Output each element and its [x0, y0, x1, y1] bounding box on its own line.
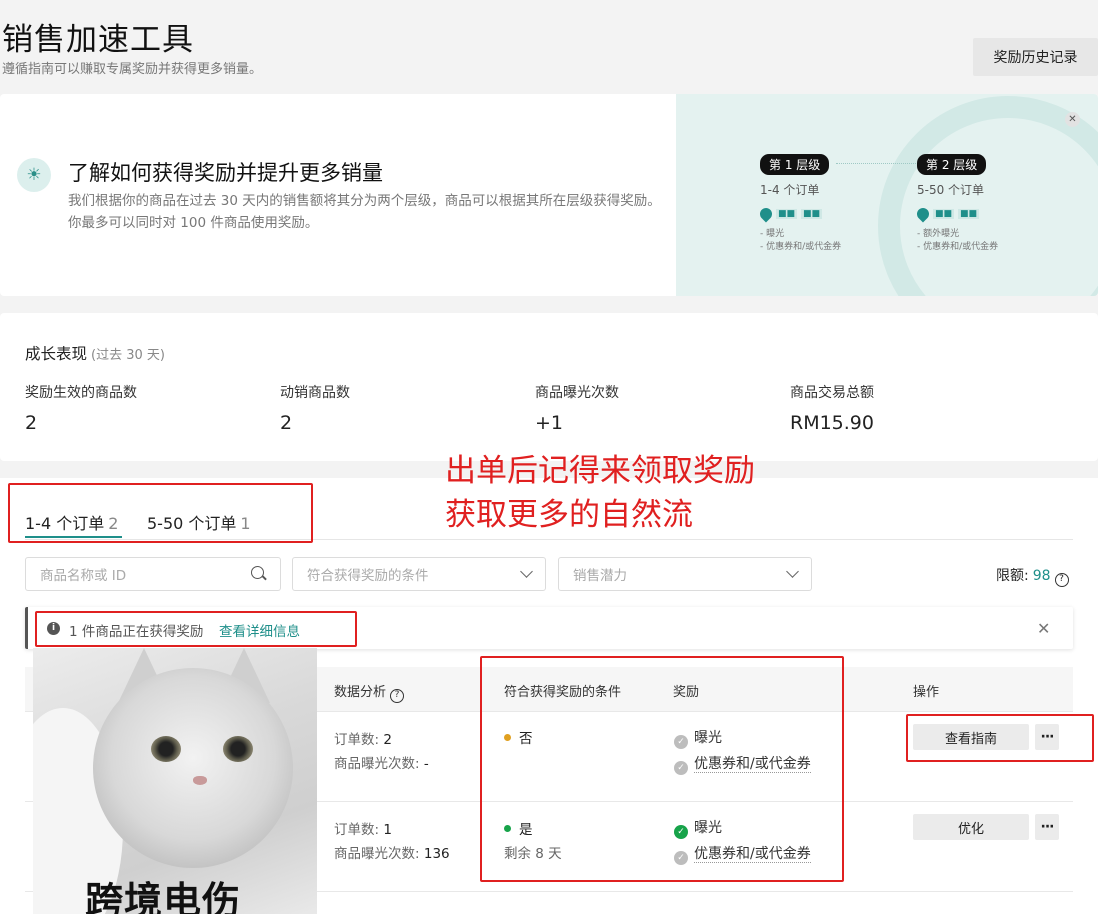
tab-1-4-orders[interactable]: 1-4 个订单 2 — [25, 510, 118, 534]
metric-selling-products: 动销商品数 2 — [280, 385, 350, 434]
views-count: 商品曝光次数: - — [334, 756, 429, 772]
info-icon: i — [47, 622, 60, 635]
status-dot — [504, 734, 511, 741]
eligibility-status: 否 — [504, 727, 533, 747]
close-icon[interactable]: ✕ — [1065, 112, 1080, 127]
promo-tier-panel — [676, 94, 1098, 296]
chevron-down-icon — [520, 565, 533, 578]
metric-gmv: 商品交易总额 RM15.90 — [790, 385, 874, 434]
coupon-icon: ■■ — [776, 209, 798, 219]
quota: 限额: 98? — [996, 565, 1069, 587]
tier-badge: 第 2 层级 — [917, 154, 987, 175]
status-dot — [504, 825, 511, 832]
growth-title: 成长表现 (过去 30 天) — [25, 345, 165, 363]
views-count: 商品曝光次数: 136 — [334, 846, 450, 862]
header-condition: 符合获得奖励的条件 — [504, 685, 622, 700]
metric-rewarded-products: 奖励生效的商品数 2 — [25, 385, 137, 434]
tier-features: - 曝光 - 优惠券和/或代金券 — [760, 229, 842, 252]
check-circle-icon: ✓ — [674, 825, 688, 839]
eligibility-status: 是 — [504, 818, 533, 838]
exposure-icon — [757, 205, 775, 223]
optimize-button[interactable]: 优化 — [913, 814, 1029, 840]
view-guide-button[interactable]: 查看指南 — [913, 724, 1029, 750]
tab-5-50-orders[interactable]: 5-50 个订单 1 — [147, 510, 251, 534]
reward-exposure: ✓ 曝光 — [674, 727, 722, 749]
tier-icons: ■■ ■■ — [914, 205, 998, 223]
header-analysis: 数据分析? — [334, 681, 405, 703]
search-icon[interactable] — [251, 566, 264, 579]
tabs-divider — [25, 539, 1073, 540]
coupon-icon: ■■ — [933, 209, 955, 219]
condition-select[interactable]: 符合获得奖励的条件 — [292, 557, 546, 591]
check-circle-icon: ✓ — [674, 761, 688, 775]
page-title: 销售加速工具 — [2, 22, 194, 58]
potential-select[interactable]: 销售潜力 — [558, 557, 812, 591]
notice-text: 1 件商品正在获得奖励 — [69, 624, 204, 640]
header-action: 操作 — [913, 685, 940, 700]
tier-2: 第 2 层级 5-50 个订单 ■■ ■■ - 额外曝光 - 优惠券和/或代金券 — [914, 154, 999, 254]
search-input[interactable]: 商品名称或 ID — [25, 557, 281, 591]
more-options-button[interactable]: ··· — [1035, 814, 1059, 840]
check-circle-icon: ✓ — [674, 735, 688, 749]
tier-connector — [836, 163, 916, 164]
tier-badge: 第 1 层级 — [760, 154, 830, 175]
more-options-button[interactable]: ··· — [1035, 724, 1059, 750]
close-icon[interactable]: ✕ — [1037, 619, 1050, 638]
reward-coupon: ✓ 优惠券和/或代金券 — [674, 843, 811, 865]
tier-range: 5-50 个订单 — [917, 183, 985, 197]
reward-coupon: ✓ 优惠券和/或代金券 — [674, 753, 811, 775]
voucher-icon: ■■ — [958, 209, 980, 219]
reward-history-button[interactable]: 奖励历史记录 — [973, 38, 1098, 76]
check-circle-icon: ✓ — [674, 851, 688, 865]
meme-caption: 跨境电伤 — [85, 879, 242, 914]
tier-1: 第 1 层级 1-4 个订单 ■■ ■■ - 曝光 - 优惠券和/或代金券 — [757, 154, 842, 254]
page-subtitle: 遵循指南可以赚取专属奖励并获得更多销量。 — [2, 62, 263, 77]
chevron-down-icon — [786, 565, 799, 578]
annotation-text: 出单后记得来领取奖励 获取更多的自然流 — [445, 453, 755, 533]
cat-meme-image: 跨境电伤 — [33, 648, 317, 914]
growth-period: (过去 30 天) — [91, 348, 165, 363]
metric-product-views: 商品曝光次数 +1 — [535, 385, 619, 434]
help-icon[interactable]: ? — [390, 689, 405, 703]
orders-count: 订单数: 2 — [334, 732, 392, 748]
header-reward: 奖励 — [673, 685, 700, 700]
voucher-icon: ■■ — [801, 209, 823, 219]
tier-icons: ■■ ■■ — [757, 205, 841, 223]
view-details-link[interactable]: 查看详细信息 — [219, 620, 300, 640]
promo-description: 我们根据你的商品在过去 30 天内的销售额将其分为两个层级，商品可以根据其所在层… — [68, 193, 661, 231]
reward-exposure: ✓ 曝光 — [674, 817, 722, 839]
quota-value: 98 — [1032, 568, 1051, 584]
promo-title: 了解如何获得奖励并提升更多销量 — [68, 161, 383, 185]
active-tab-indicator — [25, 536, 122, 538]
remaining-days: 剩余 8 天 — [504, 846, 562, 862]
exposure-icon — [914, 205, 932, 223]
tier-features: - 额外曝光 - 优惠券和/或代金券 — [917, 229, 999, 252]
orders-count: 订单数: 1 — [334, 822, 392, 838]
help-icon[interactable]: ? — [1054, 573, 1069, 587]
tier-range: 1-4 个订单 — [760, 183, 820, 197]
lightbulb-icon: ☀ — [17, 158, 51, 192]
